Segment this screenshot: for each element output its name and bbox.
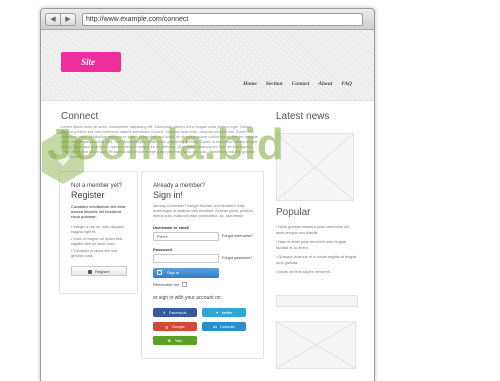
nav-home[interactable]: Home (243, 81, 257, 87)
register-bullet-text: Cras ut magna vel quam sed sagittis nibh… (71, 237, 122, 246)
signin-lead: Already a member? Integer facilisis orci… (153, 204, 253, 218)
remember-me-checkbox[interactable] (182, 281, 187, 287)
image-placeholder (276, 133, 354, 201)
history-buttons: ◀ ▶ (45, 12, 76, 26)
nav-section[interactable]: Section (266, 81, 283, 87)
signin-title: Sign in! (153, 190, 184, 200)
signin-button-label: Sign in (167, 270, 180, 275)
forgot-password-link[interactable]: Forgot password? (222, 256, 252, 261)
lock-icon (157, 270, 162, 276)
yelp-icon: ✿ (167, 338, 171, 343)
register-lead: Curabitur vestibulum dui vitae massa lob… (71, 205, 126, 219)
register-bullet: • Integer a nisl ac, odio aliquam, magna… (71, 225, 125, 258)
twitter-button-label: twitter (221, 310, 233, 315)
register-panel: Not a member yet? Register Curabitur ves… (59, 171, 138, 294)
linkedin-button[interactable]: in Linkedin (202, 322, 246, 331)
password-input[interactable] (153, 254, 219, 263)
social-heading: or sign in with your account on: (153, 295, 222, 301)
image-placeholder (276, 321, 356, 369)
popular-item[interactable]: Morbi vel felis sapien hendrerit. (278, 270, 331, 274)
user-icon (88, 269, 93, 274)
linkedin-button-label: Linkedin (219, 324, 235, 329)
nav-about[interactable]: About (318, 81, 332, 87)
signin-panel: Already a member? Sign in! Already a mem… (141, 171, 264, 359)
site-header: Site Home Section Contact About FAQ (41, 30, 374, 101)
back-arrow-icon[interactable]: ◀ (46, 14, 60, 25)
popular-item[interactable]: Nulla gravida massa a justo commodo vel … (276, 225, 349, 235)
linkedin-icon: in (213, 324, 217, 329)
signin-button[interactable]: Sign in (153, 268, 219, 278)
nav-faq[interactable]: FAQ (341, 81, 352, 87)
forward-arrow-icon[interactable]: ▶ (60, 13, 75, 25)
twitter-icon: ✦ (215, 310, 219, 315)
yelp-button-label: Yelp (174, 338, 183, 343)
username-input[interactable]: Pierre (153, 232, 219, 241)
google-icon: g (165, 324, 168, 329)
register-bullet-text: Curabitur ut lacus nisl sed gravida null… (71, 249, 118, 258)
watermark-text: Joomla.bid (47, 120, 285, 169)
username-label: Username or email (153, 225, 189, 230)
password-label: Password (153, 247, 172, 252)
signin-kicker: Already a member? (153, 183, 206, 189)
popular-list: • Nulla gravida massa a justo commodo ve… (276, 225, 357, 274)
yelp-button[interactable]: ✿ Yelp (153, 336, 197, 345)
browser-toolbar: ◀ ▶ http://www.example.com/connect (41, 9, 374, 30)
main-nav: Home Section Contact About FAQ (243, 81, 352, 87)
remember-me-label: Remember me (153, 282, 180, 287)
register-title: Register (71, 190, 105, 200)
browser-window: ◀ ▶ http://www.example.com/connect Site … (40, 8, 375, 381)
facebook-button-label: Facebook (168, 310, 187, 315)
google-button-label: Google (171, 324, 185, 329)
register-button[interactable]: Register (71, 266, 127, 276)
facebook-button[interactable]: f Facebook (153, 308, 197, 317)
register-button-label: Register (95, 269, 110, 274)
forgot-username-link[interactable]: Forgot username? (222, 234, 253, 239)
popular-title: Popular (276, 207, 311, 218)
facebook-icon: f (163, 310, 165, 315)
register-bullet-text: Integer a nisl ac, odio aliquam, magna e… (71, 225, 125, 234)
site-logo[interactable]: Site (61, 52, 121, 72)
popular-item[interactable]: Nam id amet justo hendrerit ante feugiat… (276, 240, 346, 250)
twitter-button[interactable]: ✦ twitter (202, 308, 246, 317)
google-button[interactable]: g Google (153, 322, 197, 331)
address-bar[interactable]: http://www.example.com/connect (82, 12, 363, 26)
sidebar-bar-placeholder (276, 295, 358, 307)
popular-item[interactable]: Quisque vivamus et in luctus sagittis at… (276, 255, 356, 265)
nav-contact[interactable]: Contact (292, 81, 310, 87)
